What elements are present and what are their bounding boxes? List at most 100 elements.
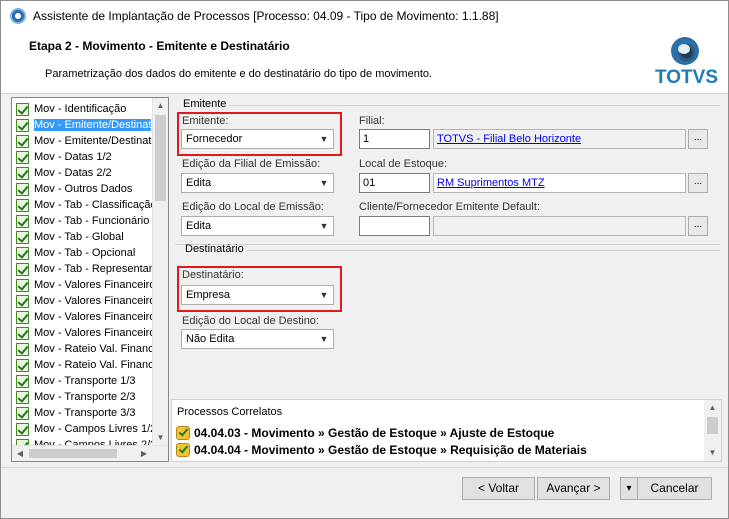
next-button[interactable]: Avançar > (537, 477, 610, 500)
filial-name-field: TOTVS - Filial Belo Horizonte (433, 129, 686, 149)
emitente-highlight (177, 112, 342, 156)
tree-item[interactable]: Mov - Valores Financeiro (16, 325, 155, 341)
tree-item[interactable]: Mov - Tab - Global (16, 229, 124, 245)
tree-vertical-scrollbar[interactable]: ▲ ▼ (152, 98, 168, 446)
destinatario-group-label: Destinatário (185, 243, 244, 255)
step-title: Etapa 2 - Movimento - Emitente e Destina… (29, 39, 290, 53)
tree-item[interactable]: Mov - Valores Financeiro (16, 293, 155, 309)
checkmark-icon (16, 166, 29, 180)
scroll-left-icon[interactable]: ◀ (12, 446, 28, 461)
filial-code-input[interactable]: 1 (359, 129, 430, 149)
tree-item[interactable]: Mov - Valores Financeiro (16, 309, 155, 325)
tree-item[interactable]: Mov - Emitente/Destinat (16, 117, 152, 133)
chevron-down-icon: ▼ (319, 178, 329, 188)
tree-item[interactable]: Mov - Outros Dados (16, 181, 132, 197)
checkmark-icon (16, 230, 29, 244)
edicao-local-value: Edita (186, 220, 212, 232)
tree-item[interactable]: Mov - Identificação (16, 101, 126, 117)
group-divider (247, 250, 720, 251)
tree-item[interactable]: Mov - Transporte 1/3 (16, 373, 136, 389)
filial-label: Filial: (359, 115, 385, 127)
menu-dropdown-button[interactable]: ▾ (620, 477, 638, 500)
scroll-thumb-horizontal[interactable] (29, 449, 117, 458)
tree-item-label: Mov - Valores Financeiro (34, 279, 156, 291)
cliente-label: Cliente/Fornecedor Emitente Default: (359, 201, 540, 213)
cliente-lookup-button[interactable]: ... (688, 216, 708, 236)
edicao-local-select[interactable]: Edita ▼ (181, 216, 334, 236)
scroll-thumb[interactable] (707, 417, 718, 434)
tree-item-label: Mov - Identificação (34, 103, 127, 115)
tree-item-label: Mov - Emitente/Destinat (34, 135, 152, 147)
footer-divider (1, 467, 728, 468)
tree-item[interactable]: Mov - Emitente/Destinat (16, 133, 151, 149)
tree-item-label: Mov - Emitente/Destinat (34, 119, 152, 131)
checkmark-icon (16, 406, 29, 420)
checkmark-icon (16, 198, 29, 212)
checkmark-icon (16, 246, 29, 260)
local-estoque-name-field: RM Suprimentos MTZ (433, 173, 686, 193)
tree-item[interactable]: Mov - Tab - Opcional (16, 245, 135, 261)
related-item[interactable]: 04.04.04 - Movimento » Gestão de Estoque… (176, 442, 587, 458)
checkmark-icon (16, 358, 29, 372)
local-estoque-code-input[interactable]: 01 (359, 173, 430, 193)
checkmark-icon (16, 262, 29, 276)
tree-item[interactable]: Mov - Tab - Classificação (16, 197, 157, 213)
filial-lookup-button[interactable]: ... (688, 129, 708, 149)
window-title: Assistente de Implantação de Processos [… (33, 9, 499, 23)
scroll-thumb[interactable] (155, 115, 166, 201)
tree-item[interactable]: Mov - Tab - Funcionário (16, 213, 149, 229)
tree-item-label: Mov - Tab - Global (34, 231, 124, 243)
checkmark-icon (16, 294, 29, 308)
tree-item[interactable]: Mov - Tab - Representan (16, 261, 155, 277)
tree-item-label: Mov - Tab - Funcionário (34, 215, 150, 227)
tree-item-label: Mov - Transporte 1/3 (34, 375, 136, 387)
filial-name-link[interactable]: TOTVS - Filial Belo Horizonte (437, 133, 581, 145)
related-processes: Processos Correlatos 04.04.03 - Moviment… (171, 399, 722, 462)
scroll-up-icon[interactable]: ▲ (705, 401, 720, 415)
checkmark-icon (16, 390, 29, 404)
parameters-panel: Emitente Emitente: Fornecedor ▼ Filial: … (171, 97, 722, 397)
group-divider (229, 105, 720, 106)
tree-item[interactable]: Mov - Datas 1/2 (16, 149, 112, 165)
edicao-filial-select[interactable]: Edita ▼ (181, 173, 334, 193)
local-estoque-name-link[interactable]: RM Suprimentos MTZ (437, 177, 545, 189)
chevron-down-icon: ▼ (319, 221, 329, 231)
edicao-destino-select[interactable]: Não Edita ▼ (181, 329, 334, 349)
checkmark-icon (16, 342, 29, 356)
related-item[interactable]: 04.04.03 - Movimento » Gestão de Estoque… (176, 425, 554, 441)
checkmark-icon (16, 278, 29, 292)
tree-item-label: Mov - Transporte 3/3 (34, 407, 136, 419)
title-bar: Assistente de Implantação de Processos [… (1, 1, 728, 31)
tree-horizontal-scrollbar[interactable]: ◀ ▶ (12, 445, 168, 461)
scroll-right-icon[interactable]: ▶ (136, 446, 152, 461)
checkmark-icon (16, 182, 29, 196)
tree-item-label: Mov - Rateio Val. Financ (34, 359, 154, 371)
totvs-logo: TOTVS (655, 37, 718, 95)
tree-item[interactable]: Mov - Datas 2/2 (16, 165, 112, 181)
related-scrollbar[interactable]: ▲ ▼ (704, 400, 721, 461)
local-estoque-lookup-button[interactable]: ... (688, 173, 708, 193)
tree-item[interactable]: Mov - Transporte 2/3 (16, 389, 136, 405)
tree-item[interactable]: Mov - Rateio Val. Financ (16, 341, 154, 357)
tree-item[interactable]: Mov - Campos Livres 1/2 (16, 421, 156, 437)
back-button[interactable]: < Voltar (462, 477, 535, 500)
tree-item-label: Mov - Datas 1/2 (34, 151, 112, 163)
tree-item-label: Mov - Valores Financeiro (34, 311, 156, 323)
tree-item[interactable]: Mov - Valores Financeiro (16, 277, 155, 293)
emitente-group-label: Emitente (183, 98, 227, 110)
checkmark-icon (16, 326, 29, 340)
scroll-up-icon[interactable]: ▲ (153, 98, 168, 114)
tree-item[interactable]: Mov - Rateio Val. Financ (16, 357, 154, 373)
cliente-code-input[interactable] (359, 216, 430, 236)
checkmark-icon (16, 214, 29, 228)
process-check-icon (176, 426, 190, 440)
wizard-header: Etapa 2 - Movimento - Emitente e Destina… (1, 31, 728, 94)
tree-item[interactable]: Mov - Transporte 3/3 (16, 405, 136, 421)
scroll-down-icon[interactable]: ▼ (153, 430, 168, 446)
scroll-down-icon[interactable]: ▼ (705, 446, 720, 460)
cancel-button[interactable]: Cancelar (637, 477, 712, 500)
checkmark-icon (16, 102, 29, 116)
checkmark-icon (16, 118, 29, 132)
cliente-name-field (433, 216, 686, 236)
related-item-label: 04.04.04 - Movimento » Gestão de Estoque… (194, 443, 587, 457)
